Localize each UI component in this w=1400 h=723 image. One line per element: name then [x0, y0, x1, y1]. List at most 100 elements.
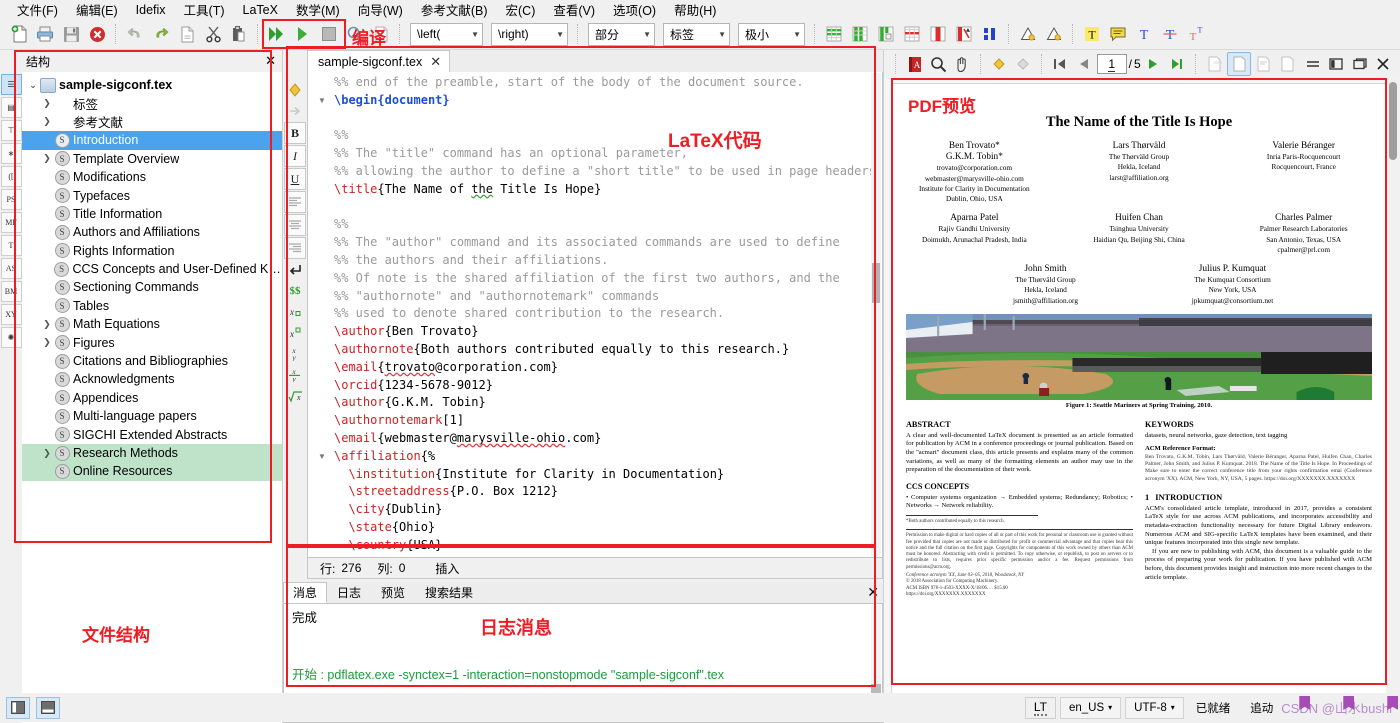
- superscript-icon[interactable]: x: [285, 323, 305, 343]
- close-icon[interactable]: [1372, 53, 1394, 75]
- dfrac-icon[interactable]: xy: [285, 365, 305, 385]
- structure-item-sectioning-commands[interactable]: S Sectioning Commands: [22, 278, 282, 296]
- log-tab-preview[interactable]: 预览: [371, 582, 415, 603]
- structure-item-introduction[interactable]: S Introduction: [22, 131, 282, 150]
- superscript-icon[interactable]: TT: [1183, 22, 1209, 46]
- quick-build-icon[interactable]: [290, 22, 316, 46]
- structure-item-authors-and-affiliations[interactable]: S Authors and Affiliations: [22, 223, 282, 241]
- align-right-icon[interactable]: [284, 237, 306, 259]
- hand-tool-icon[interactable]: [951, 53, 973, 75]
- magnify-icon[interactable]: [928, 53, 950, 75]
- delete-cell-icon[interactable]: [951, 22, 977, 46]
- editor-scrollbar[interactable]: [871, 73, 881, 556]
- encoding-status[interactable]: UTF-8 ▾: [1125, 696, 1184, 719]
- structure-item-multi-language-papers[interactable]: S Multi-language papers: [22, 407, 282, 425]
- structure-item-appendices[interactable]: S Appendices: [22, 389, 282, 407]
- close-icon[interactable]: ✕: [265, 53, 276, 69]
- chevron-down-icon[interactable]: ⌄: [26, 80, 40, 91]
- left-delimiter-combo[interactable]: \left( ▼: [410, 22, 483, 46]
- language-status[interactable]: en_US ▾: [1059, 696, 1122, 719]
- delete-column-icon[interactable]: [925, 22, 951, 46]
- structure-item-sigchi-extended-abstracts[interactable]: S SIGCHI Extended Abstracts: [22, 425, 282, 443]
- pdf-view[interactable]: PDF预览 The Name of the Title Is Hope Ben …: [884, 78, 1400, 697]
- log-tab-log[interactable]: 日志: [327, 582, 371, 603]
- menu-item-view[interactable]: 查看(V): [544, 0, 604, 21]
- pdf-scrollbar[interactable]: [1386, 78, 1400, 697]
- close-icon[interactable]: ✕: [430, 54, 441, 70]
- newline-icon[interactable]: [285, 260, 305, 280]
- structure-item-title-information[interactable]: S Title Information: [22, 205, 282, 223]
- comment-icon[interactable]: [1105, 22, 1131, 46]
- copy-icon[interactable]: [174, 22, 200, 46]
- view-dvi-icon[interactable]: [342, 22, 368, 46]
- chevron-right-icon[interactable]: ❯: [40, 116, 54, 127]
- print-icon[interactable]: [32, 22, 58, 46]
- undo-icon[interactable]: [122, 22, 148, 46]
- bold-icon[interactable]: B: [284, 122, 306, 144]
- symbols-as-icon[interactable]: AS: [0, 258, 22, 279]
- dock-icon[interactable]: [1325, 53, 1347, 75]
- log-tab-messages[interactable]: 消息: [283, 582, 328, 603]
- insert-row-icon[interactable]: [821, 22, 847, 46]
- structure-view-icon[interactable]: ☰: [0, 74, 22, 95]
- menu-item-idefix[interactable]: Idefix: [127, 1, 175, 19]
- structure-item-acknowledgments[interactable]: S Acknowledgments: [22, 370, 282, 388]
- structure-item-modifications[interactable]: S Modifications: [22, 168, 282, 186]
- next-page-icon[interactable]: [1143, 53, 1165, 75]
- structure-item-typefaces[interactable]: S Typefaces: [22, 186, 282, 204]
- sort-table-icon[interactable]: [977, 22, 1003, 46]
- prev-page-icon[interactable]: [1073, 53, 1095, 75]
- forward-icon[interactable]: [1012, 53, 1034, 75]
- structure-item-online-resources[interactable]: S Online Resources: [22, 462, 282, 481]
- insert-column-icon[interactable]: [847, 22, 873, 46]
- editor-tab-sample-sigconf[interactable]: sample-sigconf.tex ✕: [307, 50, 451, 72]
- menu-item-tools[interactable]: 工具(T): [175, 0, 234, 21]
- minimize-icon[interactable]: [1302, 53, 1324, 75]
- cut-icon[interactable]: [200, 22, 226, 46]
- strikethrough-icon[interactable]: T: [1157, 22, 1183, 46]
- structure-item-ccs-concepts-and-user-defined-ke[interactable]: S CCS Concepts and User-Defined Ke...: [22, 260, 282, 278]
- structure-item-rights-information[interactable]: S Rights Information: [22, 242, 282, 260]
- table-cell-icon[interactable]: [873, 22, 899, 46]
- structure-item-citations-and-bibliographies[interactable]: S Citations and Bibliographies: [22, 352, 282, 370]
- highlight-text-icon[interactable]: T: [1079, 22, 1105, 46]
- menu-item-options[interactable]: 选项(O): [604, 0, 665, 21]
- code-fold-marker[interactable]: ▼: [318, 452, 326, 461]
- continuous-icon[interactable]: [1276, 53, 1298, 75]
- editor-scrollbar-thumb[interactable]: [872, 263, 880, 303]
- chevron-right-icon[interactable]: ❯: [40, 319, 54, 330]
- stop-icon[interactable]: [316, 22, 342, 46]
- warning-yellow-2-icon[interactable]: [1041, 22, 1067, 46]
- align-left-icon[interactable]: [284, 191, 306, 213]
- symbols-ps-icon[interactable]: PS: [0, 189, 22, 210]
- section-level-combo[interactable]: 部分 ▼: [588, 22, 655, 46]
- view-pdf-icon[interactable]: [368, 22, 394, 46]
- fit-page-icon[interactable]: 100%: [1204, 53, 1226, 75]
- structure-item-sample-sigconf-tex[interactable]: ⌄ sample-sigconf.tex: [22, 76, 282, 94]
- structure-item-tables[interactable]: S Tables: [22, 297, 282, 315]
- symbols-relation-icon[interactable]: ⊤: [0, 120, 22, 141]
- save-icon[interactable]: [58, 22, 84, 46]
- sqrt-icon[interactable]: x: [285, 386, 305, 406]
- menu-item-file[interactable]: 文件(F): [8, 0, 67, 21]
- frac-icon[interactable]: xy: [285, 344, 305, 364]
- menu-item-help[interactable]: 帮助(H): [665, 0, 725, 21]
- symbols-operator-icon[interactable]: ∗: [0, 143, 22, 164]
- text-color-icon[interactable]: T: [1131, 22, 1157, 46]
- first-page-icon[interactable]: [1050, 53, 1072, 75]
- fit-width-icon[interactable]: [1227, 52, 1251, 76]
- redo-icon[interactable]: [148, 22, 174, 46]
- restore-icon[interactable]: [1349, 53, 1371, 75]
- structure-item-math-equations[interactable]: ❯ S Math Equations: [22, 315, 282, 333]
- label-tag-combo[interactable]: 标签 ▼: [663, 22, 730, 46]
- chevron-right-icon[interactable]: ❯: [40, 153, 54, 164]
- menu-item-wizard[interactable]: 向导(W): [349, 0, 412, 21]
- menu-item-edit[interactable]: 编辑(E): [67, 0, 127, 21]
- pdf-document-icon[interactable]: A: [904, 53, 926, 75]
- bookmark-icon[interactable]: [285, 80, 305, 100]
- goto-icon[interactable]: [285, 101, 305, 121]
- build-and-view-icon[interactable]: [264, 22, 290, 46]
- show-structure-panel-icon[interactable]: [6, 696, 30, 719]
- log-tab-search-results[interactable]: 搜索结果: [415, 582, 483, 603]
- symbols-t-icon[interactable]: T: [0, 235, 22, 256]
